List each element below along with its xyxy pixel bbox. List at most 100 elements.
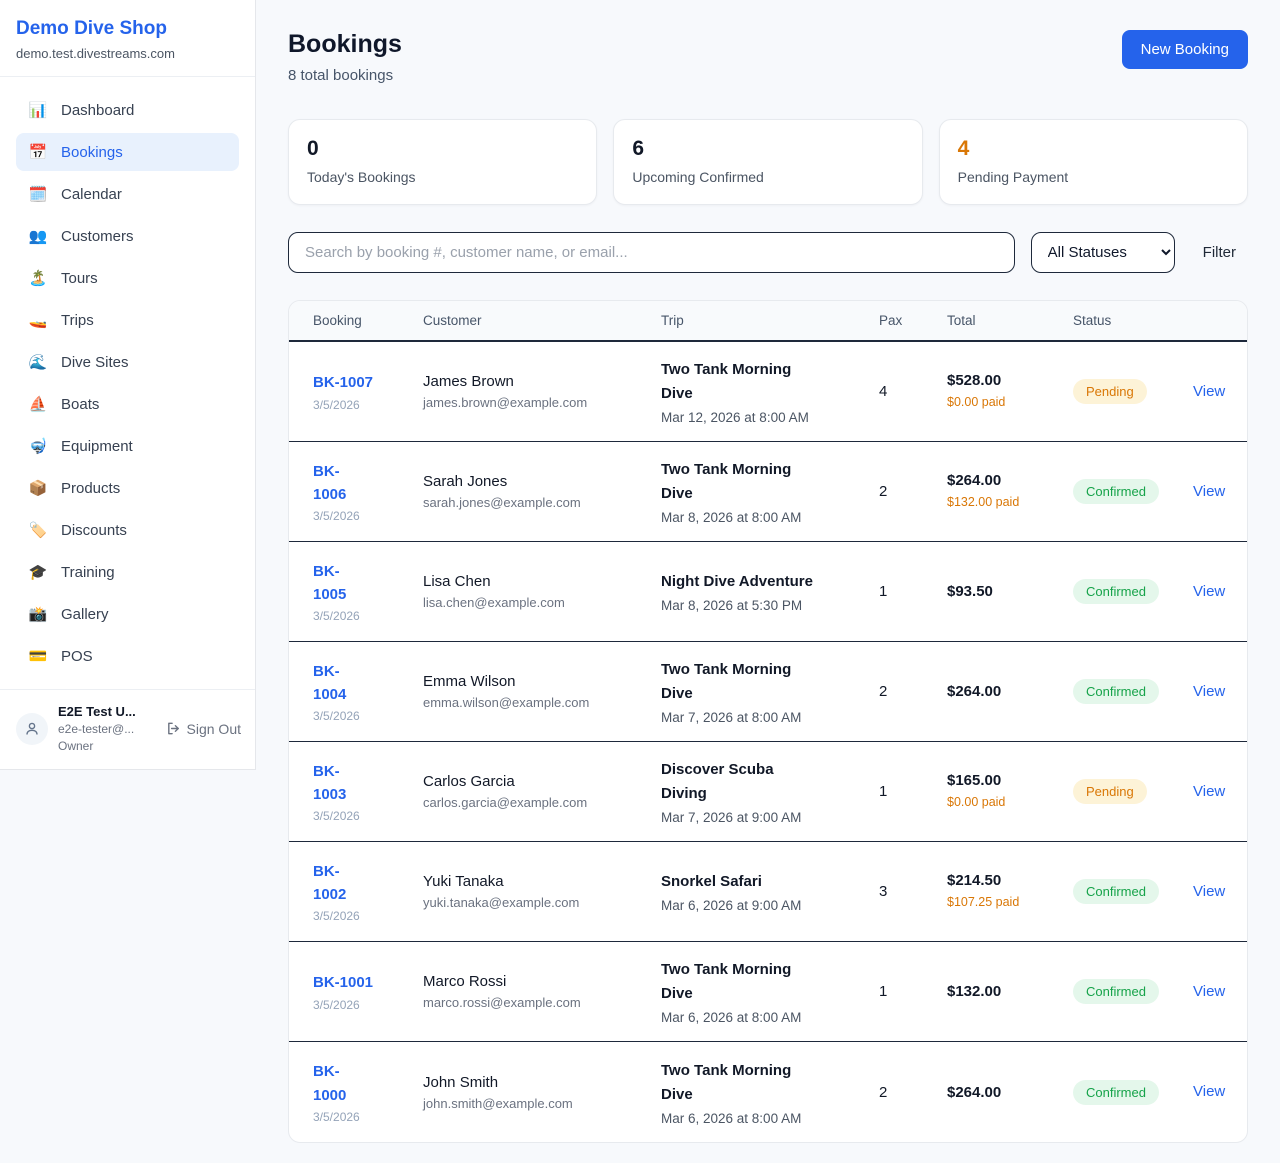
booking-date: 3/5/2026 bbox=[313, 998, 423, 1012]
stat-card-upcoming-confirmed: 6 Upcoming Confirmed bbox=[613, 119, 922, 205]
booking-id-link[interactable]: BK-1007 bbox=[313, 371, 423, 394]
booking-cell: BK-1001 3/5/2026 bbox=[313, 971, 423, 1011]
customer-name: Marco Rossi bbox=[423, 973, 661, 990]
discounts-icon: 🏷️ bbox=[28, 521, 48, 539]
booking-cell: BK- 10053/5/2026 bbox=[313, 560, 423, 624]
trip-cell: Two Tank Morning DiveMar 12, 2026 at 8:0… bbox=[661, 358, 879, 425]
view-link[interactable]: View bbox=[1193, 1083, 1225, 1100]
sidebar-item-dive-sites[interactable]: 🌊Dive Sites bbox=[16, 343, 239, 381]
calendar-icon: 🗓️ bbox=[28, 185, 48, 203]
customer-name: John Smith bbox=[423, 1074, 661, 1091]
trip-name: Two Tank Morning Dive bbox=[661, 958, 879, 1006]
total-cell: $264.00 bbox=[947, 1084, 1073, 1101]
booking-date: 3/5/2026 bbox=[313, 509, 423, 523]
page-heading-group: Bookings 8 total bookings bbox=[288, 30, 402, 84]
actions-cell: View bbox=[1193, 1083, 1247, 1101]
sidebar-item-trips[interactable]: 🚤Trips bbox=[16, 301, 239, 339]
view-link[interactable]: View bbox=[1193, 783, 1225, 800]
booking-id-link[interactable]: BK- 1004 bbox=[313, 660, 423, 707]
status-badge: Confirmed bbox=[1073, 979, 1159, 1004]
trip-datetime: Mar 6, 2026 at 9:00 AM bbox=[661, 898, 879, 913]
customer-name: Carlos Garcia bbox=[423, 773, 661, 790]
pos-icon: 💳 bbox=[28, 647, 48, 665]
status-select[interactable]: All Statuses bbox=[1031, 232, 1175, 273]
sidebar-item-calendar[interactable]: 🗓️Calendar bbox=[16, 175, 239, 213]
view-link[interactable]: View bbox=[1193, 983, 1225, 1000]
boats-icon: ⛵ bbox=[28, 395, 48, 413]
sidebar-item-gallery[interactable]: 📸Gallery bbox=[16, 595, 239, 633]
customer-cell: Yuki Tanaka yuki.tanaka@example.com bbox=[423, 873, 661, 910]
view-link[interactable]: View bbox=[1193, 683, 1225, 700]
sign-out-button[interactable]: Sign Out bbox=[166, 721, 241, 737]
booking-id-link[interactable]: BK- 1003 bbox=[313, 760, 423, 807]
customer-email: lisa.chen@example.com bbox=[423, 595, 661, 610]
sidebar-item-label: Boats bbox=[61, 396, 99, 413]
customer-cell: James Brownjames.brown@example.com bbox=[423, 373, 661, 410]
booking-id-link[interactable]: BK- 1005 bbox=[313, 560, 423, 607]
status-cell: Confirmed bbox=[1073, 579, 1193, 604]
booking-cell: BK- 10043/5/2026 bbox=[313, 660, 423, 724]
filter-row: All Statuses Filter bbox=[288, 232, 1248, 273]
trip-datetime: Mar 6, 2026 at 8:00 AM bbox=[661, 1111, 879, 1126]
customer-email: yuki.tanaka@example.com bbox=[423, 895, 661, 910]
customer-email: marco.rossi@example.com bbox=[423, 995, 661, 1010]
customer-name: Yuki Tanaka bbox=[423, 873, 661, 890]
actions-cell: View bbox=[1193, 883, 1247, 901]
view-link[interactable]: View bbox=[1193, 883, 1225, 900]
booking-id-link[interactable]: BK- 1000 bbox=[313, 1060, 423, 1107]
sidebar-item-equipment[interactable]: 🤿Equipment bbox=[16, 427, 239, 465]
trip-name: Two Tank Morning Dive bbox=[661, 1059, 879, 1107]
actions-cell: View bbox=[1193, 483, 1247, 501]
user-info: E2E Test U... e2e-tester@... Owner bbox=[58, 704, 156, 753]
sidebar-item-pos[interactable]: 💳 POS bbox=[16, 637, 239, 675]
paid-amount: $0.00 paid bbox=[947, 393, 1073, 411]
booking-id-link[interactable]: BK-1001 bbox=[313, 971, 423, 994]
total-cell: $214.50$107.25 paid bbox=[947, 872, 1073, 911]
gallery-icon: 📸 bbox=[28, 605, 48, 623]
trip-datetime: Mar 12, 2026 at 8:00 AM bbox=[661, 410, 879, 425]
status-badge: Confirmed bbox=[1073, 679, 1159, 704]
sidebar-item-boats[interactable]: ⛵ Boats bbox=[16, 385, 239, 423]
sidebar-item-products[interactable]: 📦Products bbox=[16, 469, 239, 507]
view-link[interactable]: View bbox=[1193, 583, 1225, 600]
pax-value: 4 bbox=[879, 383, 947, 400]
trip-name: Snorkel Safari bbox=[661, 870, 879, 894]
training-icon: 🎓 bbox=[28, 563, 48, 581]
sidebar-item-dashboard[interactable]: 📊Dashboard bbox=[16, 91, 239, 129]
new-booking-button[interactable]: New Booking bbox=[1122, 30, 1248, 69]
stat-label: Today's Bookings bbox=[307, 169, 578, 185]
customer-name: James Brown bbox=[423, 373, 661, 390]
status-cell: Confirmed bbox=[1073, 879, 1193, 904]
sidebar-item-customers[interactable]: 👥Customers bbox=[16, 217, 239, 255]
customer-cell: Sarah Jonessarah.jones@example.com bbox=[423, 473, 661, 510]
table-row: BK- 10053/5/2026Lisa Chenlisa.chen@examp… bbox=[289, 542, 1247, 642]
search-input[interactable] bbox=[288, 232, 1015, 273]
sidebar-item-label: POS bbox=[61, 648, 93, 665]
sidebar-item-training[interactable]: 🎓Training bbox=[16, 553, 239, 591]
dashboard-icon: 📊 bbox=[28, 101, 48, 119]
bookings-table: Booking Customer Trip Pax Total Status B… bbox=[288, 300, 1248, 1143]
sign-out-icon bbox=[166, 721, 181, 736]
sidebar-item-label: Bookings bbox=[61, 144, 123, 161]
booking-id-link[interactable]: BK- 1006 bbox=[313, 460, 423, 507]
view-link[interactable]: View bbox=[1193, 483, 1225, 500]
sidebar: Demo Dive Shop demo.test.divestreams.com… bbox=[0, 0, 256, 770]
filter-button[interactable]: Filter bbox=[1191, 244, 1248, 261]
total-cell: $165.00$0.00 paid bbox=[947, 772, 1073, 811]
main-content: Bookings 8 total bookings New Booking 0 … bbox=[256, 0, 1280, 1163]
sidebar-item-bookings[interactable]: 📅Bookings bbox=[16, 133, 239, 171]
view-link[interactable]: View bbox=[1193, 383, 1225, 400]
sidebar-item-discounts[interactable]: 🏷️Discounts bbox=[16, 511, 239, 549]
actions-cell: View bbox=[1193, 383, 1247, 401]
sidebar-item-tours[interactable]: 🏝️Tours bbox=[16, 259, 239, 297]
paid-amount: $107.25 paid bbox=[947, 893, 1073, 911]
total-amount: $93.50 bbox=[947, 583, 1073, 600]
booking-date: 3/5/2026 bbox=[313, 809, 423, 823]
booking-date: 3/5/2026 bbox=[313, 909, 423, 923]
table-body: BK-1007 3/5/2026 James Brownjames.brown@ex… bbox=[289, 342, 1247, 1142]
booking-id-link[interactable]: BK- 1002 bbox=[313, 860, 423, 907]
page-subtitle: 8 total bookings bbox=[288, 67, 402, 84]
trip-cell: Two Tank Morning Dive Mar 6, 2026 at 8:00… bbox=[661, 1059, 879, 1126]
status-badge: Confirmed bbox=[1073, 579, 1159, 604]
trip-name: Night Dive Adventure bbox=[661, 570, 879, 594]
